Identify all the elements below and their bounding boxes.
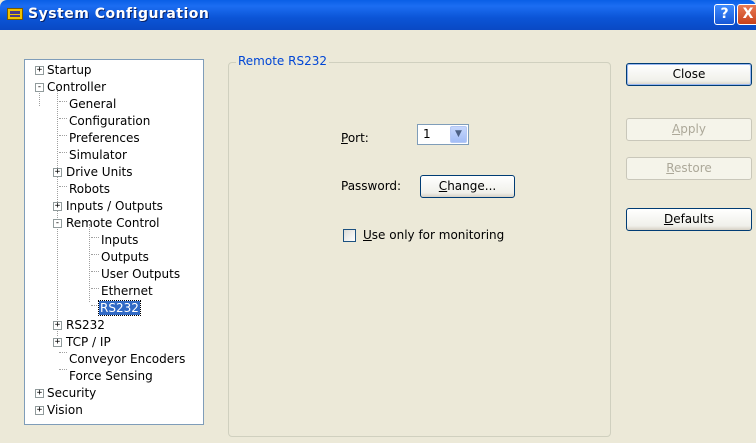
restore-button[interactable]: Restore	[626, 157, 752, 180]
group-title: Remote RS232	[236, 54, 329, 68]
tree-line	[59, 369, 67, 370]
tree-item-simulator[interactable]: Simulator	[68, 147, 128, 163]
expand-toggle-security[interactable]: +	[35, 389, 44, 398]
remote-rs232-group	[228, 62, 611, 437]
tree-line	[59, 352, 67, 353]
tree-line	[57, 87, 58, 336]
tree-item-rs232[interactable]: RS232	[65, 317, 106, 333]
monitoring-checkbox[interactable]	[343, 229, 356, 242]
tree-item-general[interactable]: General	[68, 96, 117, 112]
tree-item-conveyor-encoders[interactable]: Conveyor Encoders	[68, 351, 186, 367]
tree-item-ethernet[interactable]: Ethernet	[100, 283, 154, 299]
tree-line	[59, 118, 67, 119]
tree-line	[59, 135, 67, 136]
tree-item-drive-units[interactable]: Drive Units	[65, 164, 134, 180]
config-tree[interactable]: + - + + - + + + + Startup Controller Gen…	[24, 59, 204, 425]
monitoring-label[interactable]: Use only for monitoring	[363, 228, 504, 242]
expand-toggle-tcp-ip[interactable]: +	[53, 338, 62, 347]
tree-line	[59, 152, 67, 153]
tree-item-inputs-outputs[interactable]: Inputs / Outputs	[65, 198, 164, 214]
expand-toggle-vision[interactable]: +	[35, 406, 44, 415]
window-close-button[interactable]: X	[737, 4, 756, 25]
tree-item-tcp-ip[interactable]: TCP / IP	[65, 334, 112, 350]
expand-toggle-drive-units[interactable]: +	[53, 168, 62, 177]
expand-toggle-rs232[interactable]: +	[53, 321, 62, 330]
tree-item-remote-rs232[interactable]: RS232	[98, 300, 141, 316]
tree-item-preferences[interactable]: Preferences	[68, 130, 141, 146]
tree-line	[91, 305, 99, 306]
change-password-button[interactable]: Change...	[420, 175, 515, 198]
tree-line	[91, 237, 99, 238]
collapse-toggle-remote-control[interactable]: -	[53, 219, 62, 228]
tree-line	[59, 186, 67, 187]
window-title: System Configuration	[28, 6, 210, 22]
tree-line	[91, 271, 99, 272]
tree-line	[89, 224, 90, 302]
tree-item-security[interactable]: Security	[46, 385, 97, 401]
expand-toggle-inputs-outputs[interactable]: +	[53, 202, 62, 211]
tree-item-remote-inputs[interactable]: Inputs	[100, 232, 139, 248]
tree-item-user-outputs[interactable]: User Outputs	[100, 266, 181, 282]
tree-item-configuration[interactable]: Configuration	[68, 113, 151, 129]
collapse-toggle-controller[interactable]: -	[35, 83, 44, 92]
close-button[interactable]: Close	[626, 63, 752, 86]
port-value: 1	[423, 127, 431, 141]
tree-line	[91, 288, 99, 289]
apply-button[interactable]: Apply	[626, 118, 752, 141]
defaults-button[interactable]: Defaults	[626, 208, 752, 231]
tree-item-controller[interactable]: Controller	[46, 79, 107, 95]
tree-item-vision[interactable]: Vision	[46, 402, 84, 418]
tree-item-force-sensing[interactable]: Force Sensing	[68, 368, 154, 384]
tree-item-robots[interactable]: Robots	[68, 181, 111, 197]
tree-item-remote-control[interactable]: Remote Control	[65, 215, 161, 231]
title-bar[interactable]: System Configuration ? X	[0, 0, 756, 30]
tree-line	[91, 254, 99, 255]
chevron-down-icon[interactable]: ▼	[450, 126, 467, 143]
password-label: Password:	[341, 179, 402, 193]
port-select[interactable]: 1 ▼	[417, 124, 469, 145]
app-icon	[7, 8, 23, 20]
tree-item-remote-outputs[interactable]: Outputs	[100, 249, 150, 265]
help-button[interactable]: ?	[714, 4, 735, 25]
port-label: Port:	[341, 131, 369, 145]
tree-line	[59, 101, 67, 102]
expand-toggle-startup[interactable]: +	[35, 66, 44, 75]
tree-item-startup[interactable]: Startup	[46, 62, 93, 78]
